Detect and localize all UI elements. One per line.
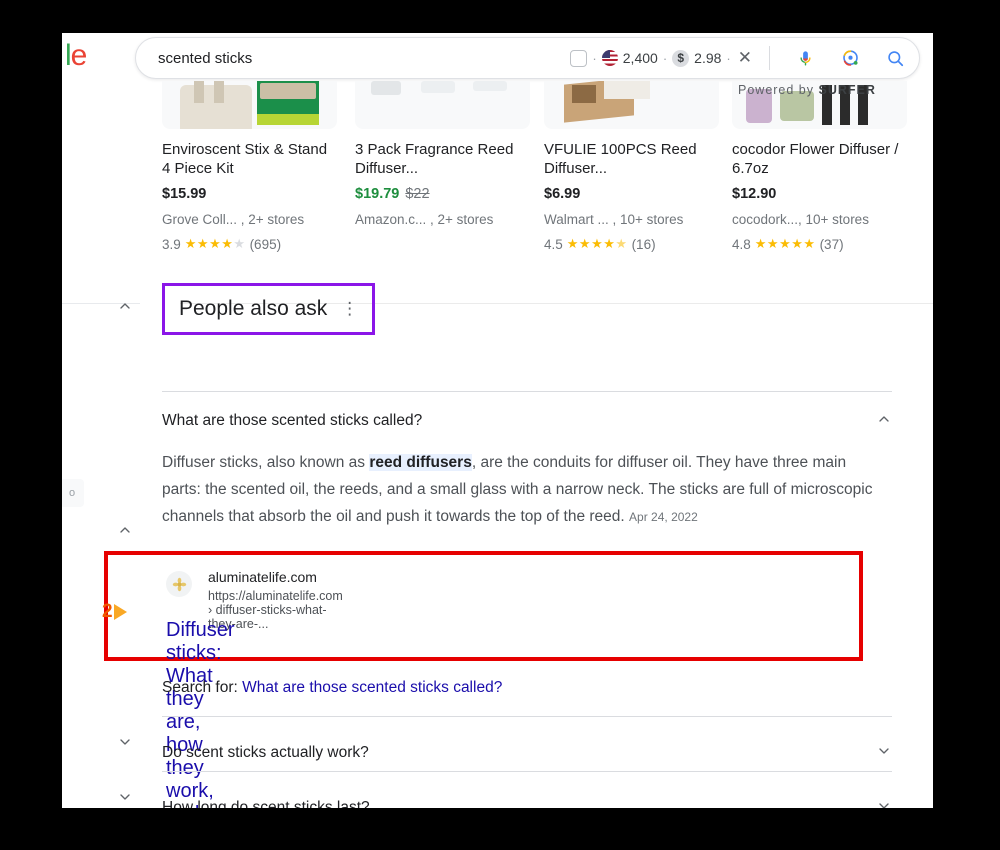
result-title-link[interactable]: Diffuser sticks: What they are, how they… xyxy=(166,619,235,808)
shopping-card[interactable]: 3 Pack Fragrance Reed Diffuser... $19.79… xyxy=(355,81,530,236)
marker-arrow-icon xyxy=(113,604,127,620)
flower-favicon-icon xyxy=(166,571,192,597)
metric-separator-1: · xyxy=(592,50,597,66)
original-price: $22 xyxy=(405,186,430,202)
paa-question-2[interactable]: Do scent sticks actually work? xyxy=(162,743,892,763)
product-title: Enviroscent Stix & Stand 4 Piece Kit xyxy=(162,141,328,177)
dollar-icon: $ xyxy=(672,49,690,67)
rating-value: 4.5 xyxy=(544,236,563,252)
search-header: le scented sticks · 2,400 · $ 2.98 · ✕ xyxy=(62,33,933,81)
rating-stars-icon: ★★★★★ xyxy=(184,236,246,251)
logo-letter-e: e xyxy=(70,39,88,72)
sale-price: $19.79 xyxy=(355,186,400,202)
partial-offscreen-chip: o xyxy=(62,479,84,507)
product-title: 3 Pack Fragrance Reed Diffuser... xyxy=(355,141,514,177)
expand-chevron-q3[interactable] xyxy=(114,786,136,808)
paa-question-text: How long do scent sticks last? xyxy=(162,799,370,808)
cpc-value: 2.98 xyxy=(694,50,722,66)
seo-metrics: · 2,400 · $ 2.98 · ✕ xyxy=(570,45,919,71)
shopping-cards-strip: Enviroscent Stix & Stand 4 Piece Kit $15… xyxy=(62,81,933,304)
paa-question-text: Do scent sticks actually work? xyxy=(162,744,369,761)
paa-answer-text: Diffuser sticks, also known as reed diff… xyxy=(162,449,877,531)
product-rating: 4.8 ★★★★★ (37) xyxy=(732,236,907,252)
product-price: $6.99 xyxy=(544,186,581,202)
browser-page: le scented sticks · 2,400 · $ 2.98 · ✕ E… xyxy=(62,33,933,808)
rating-stars-icon: ★★★★★ xyxy=(566,236,628,251)
product-rating: 4.5 ★★★★★ (16) xyxy=(544,236,719,252)
google-lens-icon[interactable] xyxy=(837,45,863,71)
paa-divider-1 xyxy=(162,391,892,392)
paa-question-chevron-up-icon[interactable] xyxy=(876,411,892,431)
metric-separator-2: · xyxy=(662,50,668,66)
collapse-chevron-top[interactable] xyxy=(114,295,136,317)
product-price: $19.79 $22 xyxy=(355,186,530,202)
result-site-name: aluminatelife.com xyxy=(208,569,317,585)
product-store: cocodork..., 10+ stores xyxy=(732,212,869,227)
paa-divider-2 xyxy=(162,716,892,717)
product-store: Amazon.c... , 2+ stores xyxy=(355,212,494,227)
product-store: Grove Coll... , 2+ stores xyxy=(162,212,305,227)
search-input[interactable]: scented sticks xyxy=(158,50,252,67)
keyword-badge-icon xyxy=(570,49,588,67)
product-thumbnail xyxy=(355,81,530,129)
search-for-label: Search for: xyxy=(162,679,238,696)
toolbar-divider xyxy=(769,46,770,70)
shopping-card[interactable]: VFULIE 100PCS Reed Diffuser... $6.99 Wal… xyxy=(544,81,719,252)
metric-separator-3: · xyxy=(726,50,731,66)
shopping-card[interactable]: Powered by SURFER cocodor Flower Diffuse… xyxy=(732,81,907,252)
screenshot-frame: le scented sticks · 2,400 · $ 2.98 · ✕ E… xyxy=(0,0,1000,850)
product-store: Walmart ... , 10+ stores xyxy=(544,212,684,227)
product-title: cocodor Flower Diffuser / 6.7oz xyxy=(732,141,899,177)
expand-chevron-q2[interactable] xyxy=(114,731,136,753)
paa-divider-3 xyxy=(162,771,892,772)
answer-highlight: reed diffusers xyxy=(369,454,472,471)
paa-heading-wrapper: People also ask ⋮ xyxy=(162,283,376,335)
shopping-card[interactable]: Enviroscent Stix & Stand 4 Piece Kit $15… xyxy=(162,81,337,252)
paa-question-chevron-down-icon[interactable] xyxy=(876,798,892,808)
rating-value: 3.9 xyxy=(162,236,181,252)
paa-question-1[interactable]: What are those scented sticks called? xyxy=(162,411,892,431)
highlighted-result-box: 2 aluminatelife.com https://aluminatelif… xyxy=(102,551,863,808)
paa-heading-highlight-box: People also ask ⋮ xyxy=(162,283,376,335)
product-thumbnail: Powered by SURFER xyxy=(732,81,907,129)
watermark-brand: SURFER xyxy=(818,83,876,97)
product-price: $15.99 xyxy=(162,186,207,202)
paa-question-3[interactable]: How long do scent sticks last? xyxy=(162,798,892,808)
product-rating: 3.9 ★★★★★ (695) xyxy=(162,236,337,252)
review-count: (695) xyxy=(249,236,282,252)
search-box[interactable]: scented sticks · 2,400 · $ 2.98 · ✕ xyxy=(135,37,920,79)
rating-value: 4.8 xyxy=(732,236,751,252)
product-title: VFULIE 100PCS Reed Diffuser... xyxy=(544,141,697,177)
search-icon[interactable] xyxy=(882,45,908,71)
search-volume-value: 2,400 xyxy=(622,50,658,66)
rating-stars-icon: ★★★★★ xyxy=(754,236,816,251)
search-for-row: Search for: What are those scented stick… xyxy=(162,679,502,697)
annotation-marker-2: 2 xyxy=(102,601,127,623)
paa-title: People also ask xyxy=(179,297,328,320)
review-count: (37) xyxy=(819,236,844,252)
paa-question-text: What are those scented sticks called? xyxy=(162,412,423,429)
surfer-watermark: Powered by SURFER xyxy=(738,83,876,97)
answer-part-1: Diffuser sticks, also known as xyxy=(162,454,370,471)
google-logo[interactable]: le xyxy=(65,39,88,73)
product-thumbnail xyxy=(544,81,719,129)
more-options-kebab-icon[interactable]: ⋮ xyxy=(341,300,358,317)
clear-search-icon[interactable]: ✕ xyxy=(736,48,754,68)
product-thumbnail xyxy=(162,81,337,129)
microphone-icon[interactable] xyxy=(792,45,818,71)
product-price: $12.90 xyxy=(732,186,777,202)
collapse-chevron-answer[interactable] xyxy=(114,519,136,541)
us-flag-icon xyxy=(601,50,618,66)
review-count: (16) xyxy=(631,236,656,252)
search-for-link[interactable]: What are those scented sticks called? xyxy=(242,679,502,696)
paa-question-chevron-down-icon[interactable] xyxy=(876,743,892,763)
marker-number: 2 xyxy=(102,601,113,622)
watermark-prefix: Powered by xyxy=(738,83,815,97)
answer-date: Apr 24, 2022 xyxy=(629,510,698,524)
